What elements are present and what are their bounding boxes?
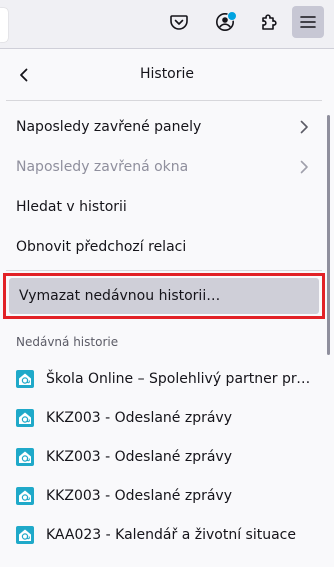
recently-closed-tabs-item[interactable]: Naposledy zavřené panely [6, 108, 322, 146]
chevron-right-icon [300, 120, 308, 134]
scrollbar-thumb[interactable] [327, 115, 330, 355]
extensions-button[interactable] [253, 6, 285, 38]
hamburger-menu-icon [300, 16, 316, 28]
history-entry[interactable]: Škola Online – Spolehlivý partner pro š… [6, 361, 322, 397]
history-entry-title: KKZ003 - Odeslané zprávy [46, 449, 232, 465]
menu-item-label: Naposledy zavřené panely [16, 119, 202, 135]
school-online-icon [16, 487, 34, 505]
recently-closed-windows-item[interactable]: Naposledy zavřená okna [6, 148, 322, 186]
back-button[interactable] [10, 62, 38, 88]
school-online-icon [16, 409, 34, 427]
history-entry[interactable]: KKZ003 - Odeslané zprávy [6, 478, 322, 514]
history-entry-title: Škola Online – Spolehlivý partner pro š… [46, 371, 316, 387]
account-badge [227, 11, 237, 21]
clear-history-highlight: Vymazat nedávnou historii… [3, 273, 325, 319]
menu-item-label: Hledat v historii [16, 199, 127, 215]
recent-history-heading: Nedávná historie [16, 335, 119, 349]
school-online-icon [16, 448, 34, 466]
history-entry-title: KAA023 - Kalendář a životní situace [46, 527, 296, 543]
panel-title: Historie [139, 66, 195, 82]
panel-scrollbar[interactable] [324, 109, 334, 567]
separator [6, 270, 322, 271]
pocket-icon [170, 15, 188, 30]
chevron-right-icon [300, 160, 308, 174]
history-entry-title: KKZ003 - Odeslané zprávy [46, 410, 232, 426]
separator [6, 100, 322, 101]
menu-item-label: Obnovit předchozí relaci [16, 239, 187, 255]
history-entry-title: KKZ003 - Odeslané zprávy [46, 488, 232, 504]
search-history-item[interactable]: Hledat v historii [6, 188, 322, 226]
puzzle-icon [262, 14, 277, 30]
chevron-left-icon [20, 68, 28, 82]
pocket-button[interactable] [163, 6, 195, 38]
history-entry[interactable]: KAA023 - Kalendář a životní situace [6, 517, 322, 553]
history-panel: Historie Naposledy zavřené panely Naposl… [0, 48, 334, 567]
app-menu-button[interactable] [292, 6, 324, 38]
account-button[interactable] [209, 6, 241, 38]
clear-recent-history-button[interactable]: Vymazat nedávnou historii… [9, 278, 319, 314]
restore-session-item[interactable]: Obnovit předchozí relaci [6, 228, 322, 266]
menu-item-label: Naposledy zavřená okna [16, 159, 189, 175]
school-online-icon [16, 526, 34, 544]
browser-toolbar [0, 0, 334, 48]
history-entry[interactable]: KKZ003 - Odeslané zprávy [6, 400, 322, 436]
school-online-icon [16, 370, 34, 388]
menu-item-label: Vymazat nedávnou historii… [19, 288, 221, 304]
panel-header: Historie [0, 49, 334, 99]
history-entry[interactable]: KKZ003 - Odeslané zprávy [6, 439, 322, 475]
url-bar-edge[interactable] [0, 8, 8, 42]
